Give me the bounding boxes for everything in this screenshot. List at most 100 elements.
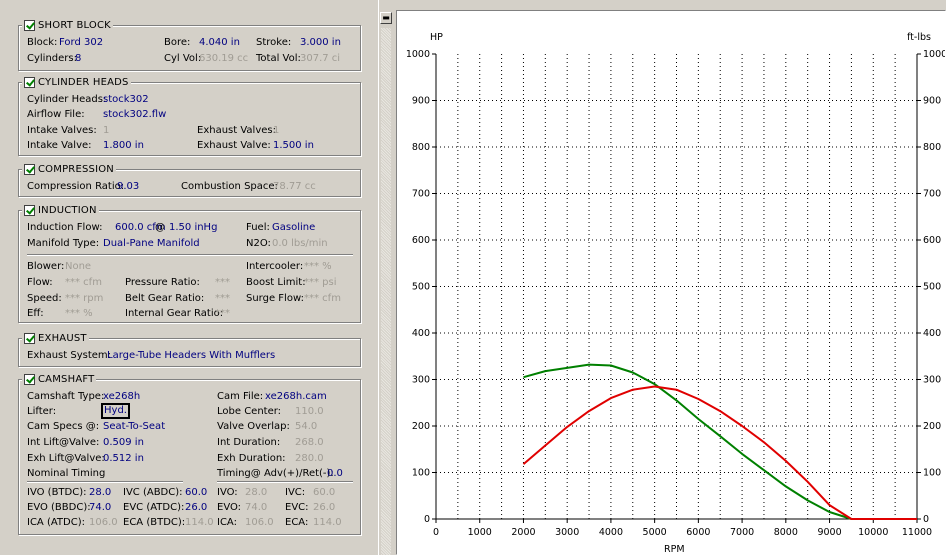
bore-value[interactable]: 4.040 in: [199, 37, 240, 49]
evo-value[interactable]: 74.0: [89, 502, 111, 514]
heads-value[interactable]: stock302: [103, 94, 149, 106]
heads-label: Cylinder Heads:: [27, 94, 107, 105]
scroll-collapse-icon[interactable]: ▬: [380, 12, 392, 24]
x-tick-label: 9000: [817, 527, 841, 538]
short-block-checkbox[interactable]: [24, 19, 35, 31]
compression-checkbox[interactable]: [24, 163, 35, 175]
compression-ratio-value[interactable]: 9.03: [117, 181, 139, 193]
compression-title: COMPRESSION: [38, 163, 114, 175]
blower-value[interactable]: None: [65, 261, 91, 273]
boost-limit-value: *** psi: [304, 277, 337, 288]
y-tick-label-right: 500: [923, 282, 941, 293]
compression-header: COMPRESSION: [22, 162, 116, 176]
cam-specs-value[interactable]: Seat-To-Seat: [103, 421, 165, 433]
timing-adv-label: Timing@ Adv(+)/Ret(-):: [217, 468, 334, 479]
cam-file-value[interactable]: xe268h.cam: [265, 391, 327, 403]
eff-label: Eff:: [27, 308, 44, 319]
x-tick-label: 10000: [858, 527, 888, 538]
internal-gear-label: Internal Gear Ratio:: [125, 308, 224, 319]
x-tick-label: 5000: [643, 527, 667, 538]
flow2-label: Flow:: [27, 277, 53, 288]
bore-label: Bore:: [164, 37, 191, 48]
ivc-value[interactable]: 60.0: [185, 487, 207, 499]
y-tick-label-left: 300: [412, 375, 430, 386]
y-tick-label-right: 100: [923, 468, 941, 479]
lifter-field[interactable]: Hyd.: [101, 403, 130, 419]
evc2-value: 26.0: [313, 502, 336, 513]
exhaust-header: EXHAUST: [22, 331, 89, 345]
int-lift-value[interactable]: 0.509 in: [103, 437, 144, 449]
induction-checkbox[interactable]: [24, 204, 35, 216]
x-tick-label: 6000: [686, 527, 710, 538]
cam-file-label: Cam File:: [217, 391, 264, 402]
short-block-group: SHORT BLOCK Block: Ford 302 Cylinders: 8…: [18, 18, 361, 71]
cylinder-heads-title: CYLINDER HEADS: [38, 76, 129, 88]
camshaft-separator-left: [27, 481, 183, 483]
intake-valve-value[interactable]: 1.800 in: [103, 140, 144, 152]
combustion-space-value: 78.77 cc: [273, 181, 316, 192]
cam-specs-label: Cam Specs @:: [27, 421, 100, 432]
y-tick-label-left: 500: [412, 282, 430, 293]
camshaft-header: CAMSHAFT: [22, 372, 97, 386]
x-axis-label: RPM: [664, 544, 685, 554]
eff-value: *** %: [65, 308, 93, 319]
exhaust-valves-label: Exhaust Valves:: [197, 125, 276, 136]
stroke-value[interactable]: 3.000 in: [300, 37, 341, 49]
flow2-value: *** cfm: [65, 277, 102, 288]
y-tick-label-right: 800: [923, 142, 941, 153]
int-duration-label: Int Duration:: [217, 437, 281, 448]
cylinder-heads-checkbox[interactable]: [24, 76, 35, 88]
manifold-value[interactable]: Dual-Pane Manifold: [103, 238, 200, 250]
y-tick-label-left: 900: [412, 96, 430, 107]
ivc2-value: 60.0: [313, 487, 336, 498]
evc-label: EVC (ATDC):: [123, 502, 185, 513]
evc-value[interactable]: 26.0: [185, 502, 207, 514]
totalvol-value: 307.7 ci: [300, 53, 341, 64]
internal-gear-value: ***: [215, 308, 230, 319]
totalvol-label: Total Vol:: [256, 53, 301, 64]
exh-lift-value[interactable]: 0.512 in: [103, 453, 144, 465]
exhaust-checkbox[interactable]: [24, 332, 35, 344]
pressure-ratio-label: Pressure Ratio:: [125, 277, 200, 288]
induction-pressure-value[interactable]: 1.50 inHg: [169, 222, 217, 234]
ivo-value[interactable]: 28.0: [89, 487, 111, 499]
exh-duration-label: Exh Duration:: [217, 453, 286, 464]
vertical-scrollbar[interactable]: ▬: [378, 0, 392, 555]
y-tick-label-right: 1000: [923, 49, 945, 60]
airflow-value[interactable]: stock302.flw: [103, 109, 166, 121]
ivc-label: IVC (ABDC):: [123, 487, 183, 498]
series-line-1: [523, 363, 917, 520]
cylinders-value[interactable]: 8: [75, 53, 81, 65]
evo2-value: 74.0: [245, 502, 268, 513]
induction-separator: [27, 254, 353, 256]
eca2-label: ECA:: [285, 517, 309, 528]
ivo2-value: 28.0: [245, 487, 268, 498]
fuel-value[interactable]: Gasoline: [272, 222, 315, 234]
ica-label: ICA (ATDC):: [27, 517, 85, 528]
timing-adv-value[interactable]: 0.0: [327, 468, 343, 480]
short-block-title: SHORT BLOCK: [38, 19, 111, 31]
camshaft-type-value[interactable]: xe268h: [103, 391, 140, 403]
evo2-label: EVO:: [217, 502, 242, 513]
ivo-label: IVO (BTDC):: [27, 487, 87, 498]
y-tick-label-left: 600: [412, 235, 430, 246]
evc2-label: EVC:: [285, 502, 309, 513]
exhaust-valve-value[interactable]: 1.500 in: [273, 140, 314, 152]
cylinder-heads-header: CYLINDER HEADS: [22, 75, 131, 89]
chart-ticks: 0 0100 100200 200300 300400 400500 500600 60070…: [406, 49, 946, 538]
speed-value: *** rpm: [65, 293, 104, 304]
block-value[interactable]: Ford 302: [59, 37, 103, 49]
intercooler-value: *** %: [304, 261, 332, 272]
combustion-space-label: Combustion Space:: [181, 181, 278, 192]
dyno-chart: 0 0100 100200 200300 300400 400500 500600 60070…: [406, 32, 946, 555]
int-lift-label: Int Lift@Valve:: [27, 437, 100, 448]
belt-ratio-label: Belt Gear Ratio:: [125, 293, 205, 304]
exhaust-system-value[interactable]: Large-Tube Headers With Mufflers: [107, 350, 275, 362]
exh-lift-label: Exh Lift@Valve:: [27, 453, 105, 464]
eca-label: ECA (BTDC):: [123, 517, 186, 528]
scrollbar-track[interactable]: [381, 28, 391, 555]
y-tick-label-right: 900: [923, 96, 941, 107]
camshaft-checkbox[interactable]: [24, 373, 35, 385]
intercooler-label: Intercooler:: [246, 261, 304, 272]
exhaust-valves-value: 1: [273, 125, 280, 136]
